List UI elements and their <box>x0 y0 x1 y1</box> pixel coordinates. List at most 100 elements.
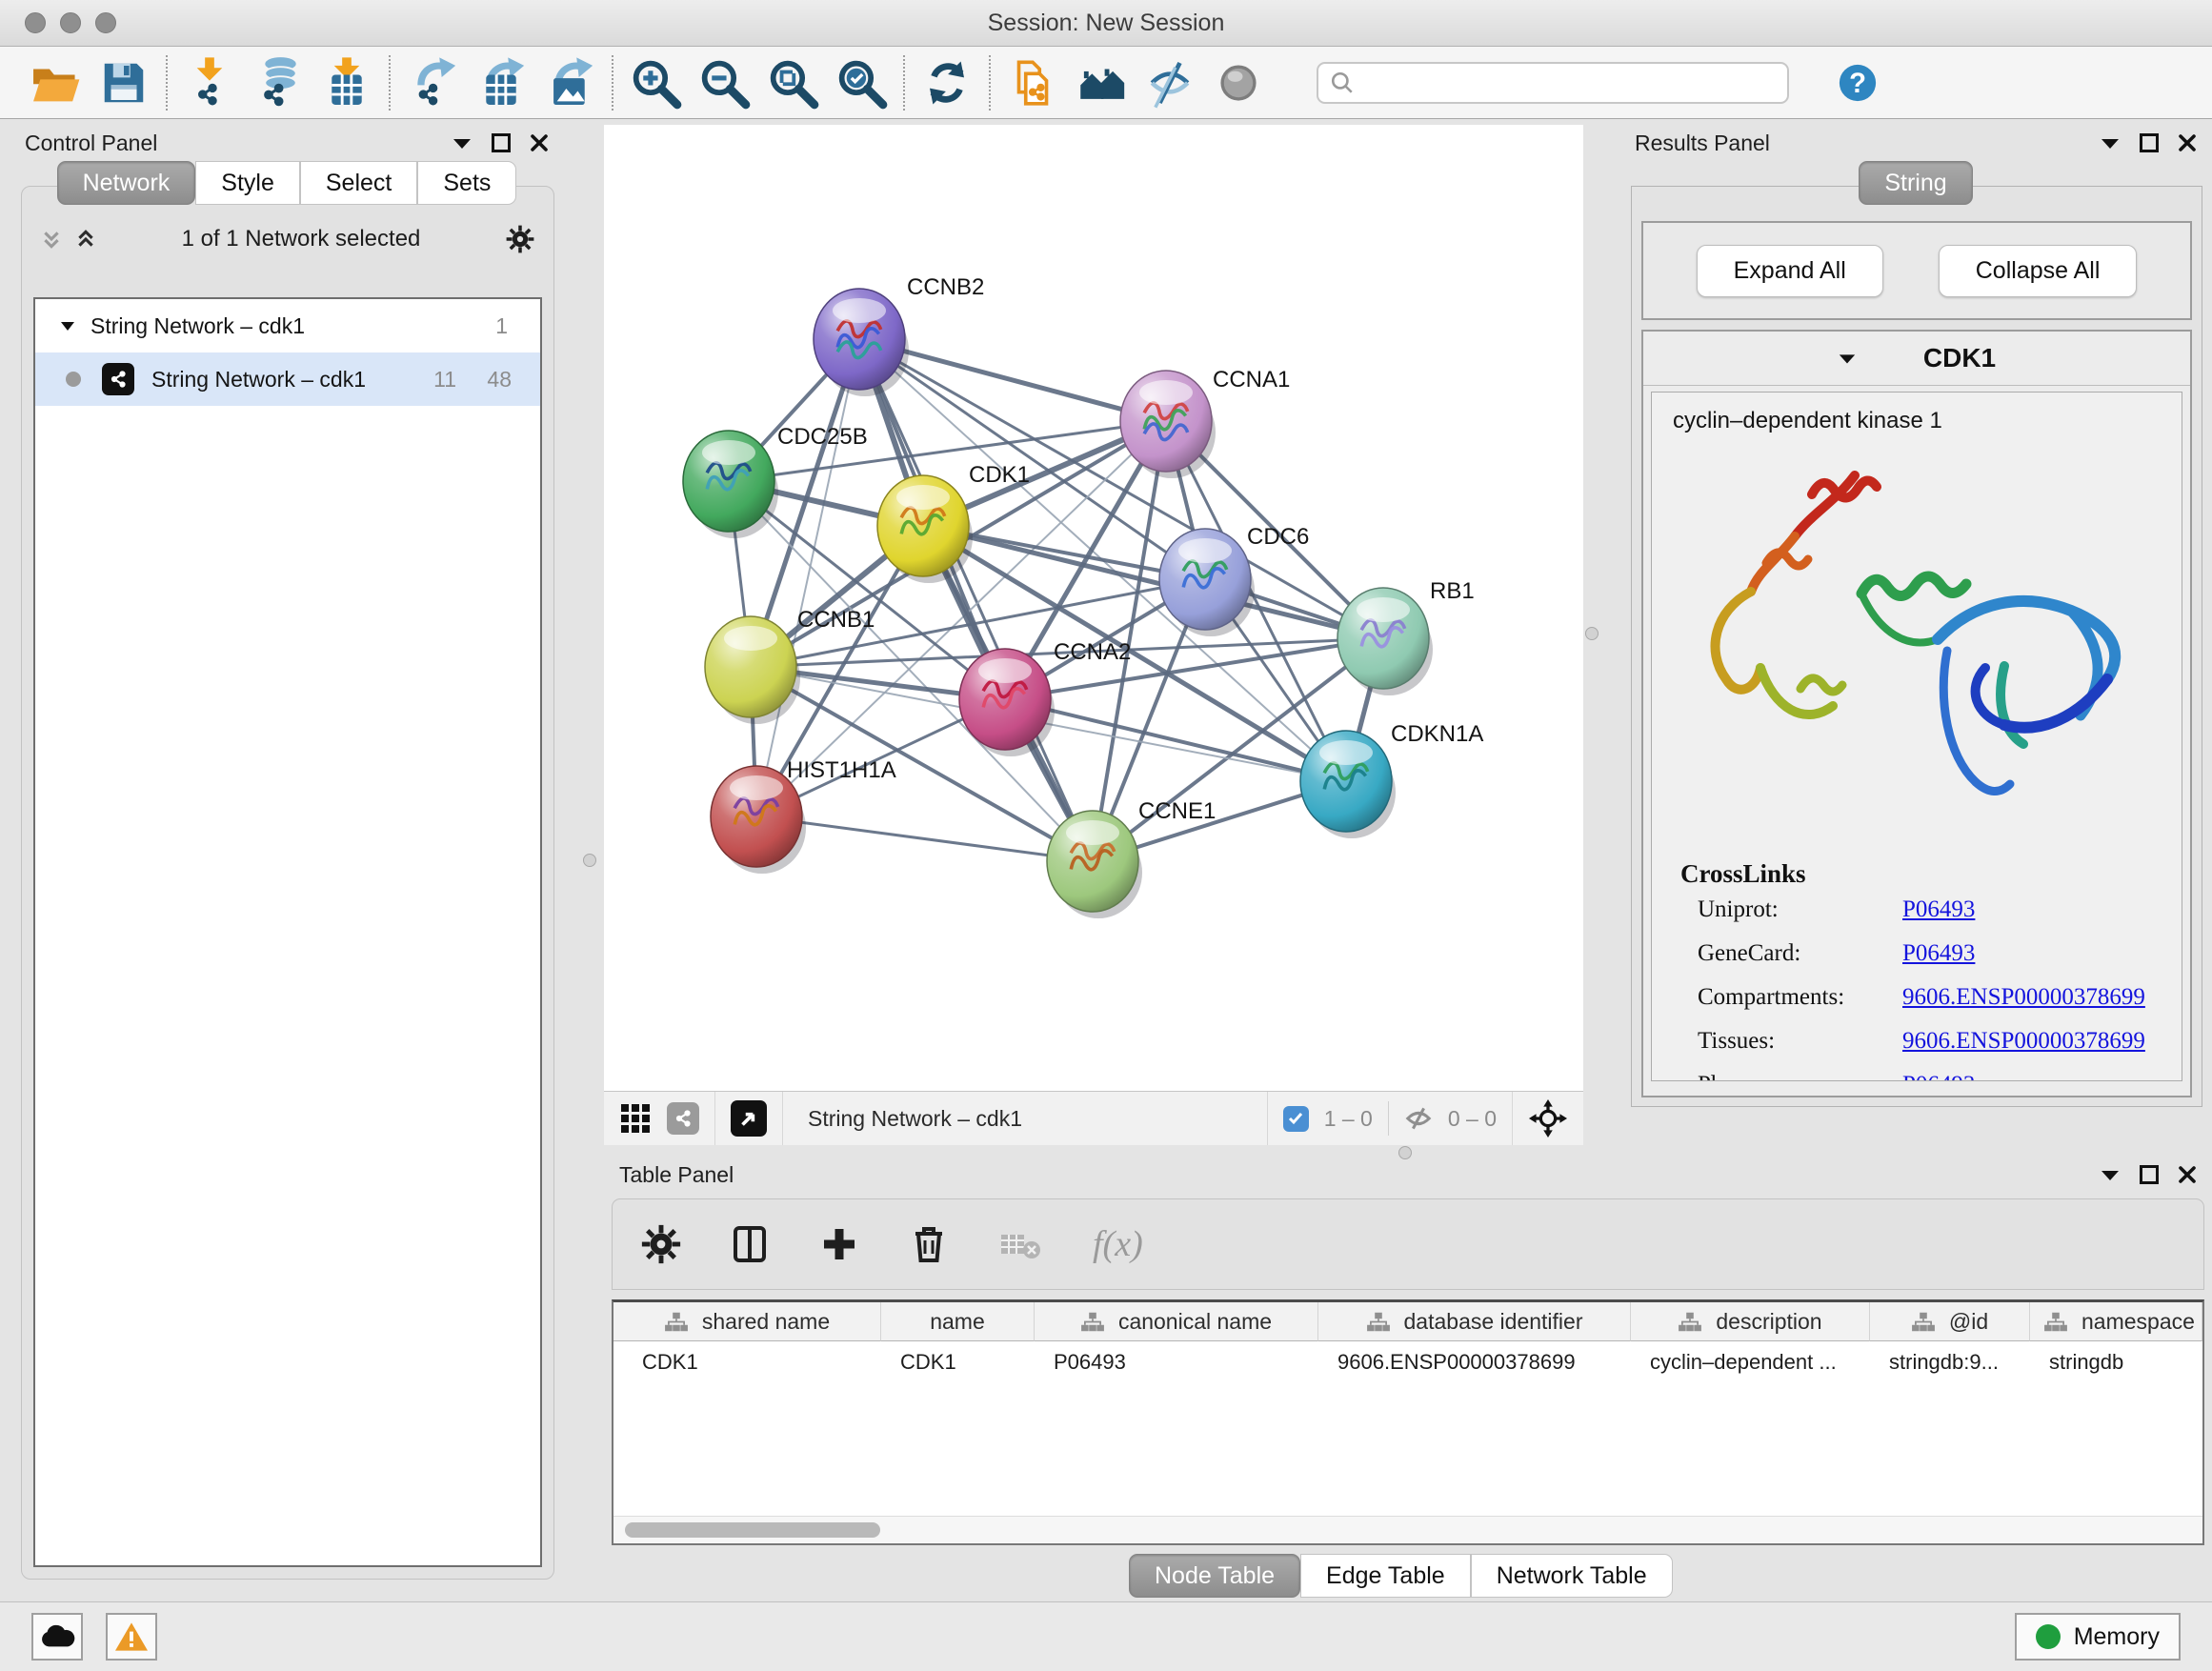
collapse-all-icon[interactable] <box>41 229 62 250</box>
close-panel-icon[interactable] <box>530 133 549 152</box>
tab-string-results[interactable]: String <box>1859 161 1972 205</box>
search-field[interactable] <box>1317 62 1789 104</box>
export-network-file-button[interactable] <box>398 51 467 114</box>
table-options-gear-icon[interactable] <box>641 1224 681 1264</box>
collapse-all-button[interactable]: Collapse All <box>1939 245 2138 297</box>
create-column-plus-icon[interactable] <box>818 1223 860 1265</box>
refresh-view-button[interactable] <box>913 51 981 114</box>
close-window-button[interactable] <box>25 12 46 33</box>
tab-style[interactable]: Style <box>195 161 300 205</box>
cell-namespace[interactable]: stringdb <box>2030 1341 2202 1383</box>
maximize-panel-icon[interactable] <box>492 133 511 152</box>
export-table-button[interactable] <box>467 51 535 114</box>
tab-sets[interactable]: Sets <box>417 161 516 205</box>
column-header[interactable]: database identifier <box>1318 1302 1631 1341</box>
maximize-window-button[interactable] <box>95 12 116 33</box>
cell-name[interactable]: CDK1 <box>881 1341 1035 1383</box>
grid-view-icon[interactable] <box>619 1102 652 1135</box>
column-header[interactable]: description <box>1631 1302 1870 1341</box>
expand-all-icon[interactable] <box>75 229 96 250</box>
search-input[interactable] <box>1364 70 1776 96</box>
network-node-RB1[interactable]: RB1 <box>1337 578 1475 695</box>
tab-edge-table[interactable]: Edge Table <box>1300 1554 1471 1598</box>
column-header[interactable]: canonical name <box>1035 1302 1318 1341</box>
birdseye-view-icon[interactable] <box>731 1100 767 1137</box>
network-node-CCNB2[interactable]: CCNB2 <box>814 274 984 396</box>
crosslink-link[interactable]: P06493 <box>1902 896 1975 922</box>
network-node-CDKN1A[interactable]: CDKN1A <box>1300 721 1483 838</box>
horizontal-scrollbar[interactable] <box>613 1516 2202 1543</box>
cell-canonical-name[interactable]: P06493 <box>1035 1341 1318 1383</box>
collapse-triangle-icon[interactable] <box>60 320 75 332</box>
warnings-button[interactable] <box>106 1613 157 1661</box>
window-controls[interactable] <box>25 12 116 33</box>
render-detail-button[interactable] <box>1204 51 1273 114</box>
crosslink-link[interactable]: P06493 <box>1902 940 1975 966</box>
crosslink-link[interactable]: 9606.ENSP00000378699 <box>1902 984 2145 1010</box>
tab-network[interactable]: Network <box>57 161 196 205</box>
cell-id[interactable]: stringdb:9... <box>1870 1341 2030 1383</box>
float-panel-icon[interactable] <box>452 136 473 150</box>
show-columns-icon[interactable] <box>729 1223 771 1265</box>
float-panel-icon[interactable] <box>2100 136 2121 150</box>
network-node-CDC6[interactable]: CDC6 <box>1159 524 1309 636</box>
home-button[interactable] <box>1067 51 1136 114</box>
network-node-CDC25B[interactable]: CDC25B <box>683 424 868 538</box>
save-session-button[interactable] <box>90 51 158 114</box>
string-view-icon[interactable] <box>667 1102 699 1135</box>
crosslink-link[interactable]: 9606.ENSP00000378699 <box>1902 1028 2145 1054</box>
delete-column-trash-icon[interactable] <box>908 1223 950 1265</box>
tab-node-table[interactable]: Node Table <box>1129 1554 1300 1598</box>
network-node-CCNB1[interactable]: CCNB1 <box>705 607 875 724</box>
memory-button[interactable]: Memory <box>2015 1613 2181 1661</box>
vertical-splitter-handle[interactable] <box>583 854 596 867</box>
collapse-section-icon[interactable] <box>1838 352 1857 365</box>
zoom-fit-button[interactable] <box>758 51 827 114</box>
column-header[interactable]: shared name <box>613 1302 881 1341</box>
open-file-button[interactable] <box>21 51 90 114</box>
expand-all-button[interactable]: Expand All <box>1697 245 1883 297</box>
crosslink-link[interactable]: P06493 <box>1902 1072 1975 1081</box>
import-table-file-button[interactable] <box>312 51 381 114</box>
zoom-out-button[interactable] <box>690 51 758 114</box>
float-panel-icon[interactable] <box>2100 1168 2121 1181</box>
tab-network-table[interactable]: Network Table <box>1471 1554 1673 1598</box>
minimize-window-button[interactable] <box>60 12 81 33</box>
import-network-database-button[interactable] <box>244 51 312 114</box>
zoom-selected-button[interactable] <box>827 51 895 114</box>
copy-document-button[interactable] <box>998 51 1067 114</box>
column-header[interactable]: namespace <box>2030 1302 2202 1341</box>
selected-checkbox-icon[interactable] <box>1283 1106 1309 1132</box>
table-row[interactable]: CDK1 CDK1 P06493 9606.ENSP00000378699 cy… <box>613 1341 2202 1383</box>
cell-database-identifier[interactable]: 9606.ENSP00000378699 <box>1318 1341 1631 1383</box>
crosslinks-title: CrossLinks <box>1680 859 2182 889</box>
maximize-panel-icon[interactable] <box>2140 1165 2159 1184</box>
show-hide-details-button[interactable] <box>1136 51 1204 114</box>
network-node-CCNA1[interactable]: CCNA1 <box>1120 367 1290 478</box>
cell-description[interactable]: cyclin–dependent ... <box>1631 1341 1870 1383</box>
close-panel-icon[interactable] <box>2178 133 2197 152</box>
network-node-CDK1[interactable]: CDK1 <box>877 462 1030 583</box>
column-header[interactable]: @id <box>1870 1302 2030 1341</box>
scrollbar-thumb[interactable] <box>625 1522 880 1538</box>
cell-shared-name[interactable]: CDK1 <box>613 1341 881 1383</box>
gear-icon[interactable] <box>506 225 534 253</box>
column-header[interactable]: name <box>881 1302 1035 1341</box>
close-panel-icon[interactable] <box>2178 1165 2197 1184</box>
export-image-button[interactable] <box>535 51 604 114</box>
cloud-status-button[interactable] <box>31 1613 83 1661</box>
network-collection-row[interactable]: String Network – cdk1 1 <box>35 299 540 352</box>
network-row[interactable]: String Network – cdk1 11 48 <box>35 352 540 406</box>
network-node-CCNE1[interactable]: CCNE1 <box>1047 798 1216 918</box>
help-button[interactable]: ? <box>1823 51 1892 114</box>
network-node-HIST1H1A[interactable]: HIST1H1A <box>711 757 896 874</box>
network-node-CCNA2[interactable]: CCNA2 <box>959 639 1131 756</box>
maximize-panel-icon[interactable] <box>2140 133 2159 152</box>
tab-select[interactable]: Select <box>300 161 417 205</box>
network-canvas[interactable]: CCNB2 CCNA1 CDC25BCDK1 CDC6RB1 CCNB1 CCNA2 CDK… <box>604 125 1583 1092</box>
import-network-file-button[interactable] <box>175 51 244 114</box>
zoom-in-button[interactable] <box>621 51 690 114</box>
horizontal-splitter-handle[interactable] <box>1398 1146 1412 1159</box>
pan-crosshair-icon[interactable] <box>1528 1098 1568 1138</box>
vertical-splitter-handle[interactable] <box>1585 627 1599 640</box>
